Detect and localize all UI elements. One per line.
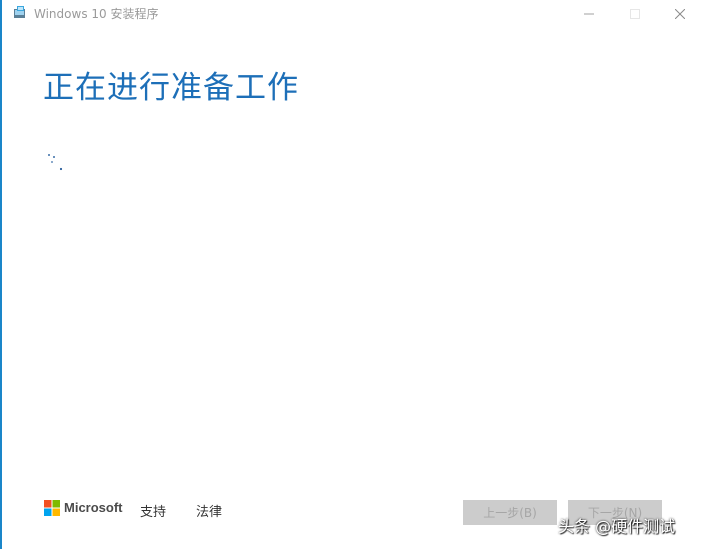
page-title: 正在进行准备工作 xyxy=(43,70,299,106)
brand-name: Microsoft xyxy=(64,500,123,515)
window-border xyxy=(0,0,2,549)
close-icon xyxy=(675,9,685,19)
maximize-icon xyxy=(630,9,640,19)
close-button[interactable] xyxy=(657,0,703,28)
setup-app-icon xyxy=(12,4,28,20)
legal-link[interactable]: 法律 xyxy=(196,501,222,520)
maximize-button[interactable] xyxy=(612,0,658,28)
minimize-icon xyxy=(584,9,594,19)
setup-window: Windows 10 安装程序 正在进行准备工作 Microsoft 支持 法律… xyxy=(0,0,703,549)
watermark: 头条 @硬件测试 xyxy=(558,517,676,536)
back-button[interactable]: 上一步(B) xyxy=(463,500,557,525)
microsoft-logo-icon xyxy=(44,500,60,516)
support-link[interactable]: 支持 xyxy=(140,501,166,520)
loading-spinner-icon xyxy=(44,150,68,174)
window-title: Windows 10 安装程序 xyxy=(34,7,159,21)
minimize-button[interactable] xyxy=(566,0,612,28)
title-bar[interactable]: Windows 10 安装程序 xyxy=(2,0,703,28)
